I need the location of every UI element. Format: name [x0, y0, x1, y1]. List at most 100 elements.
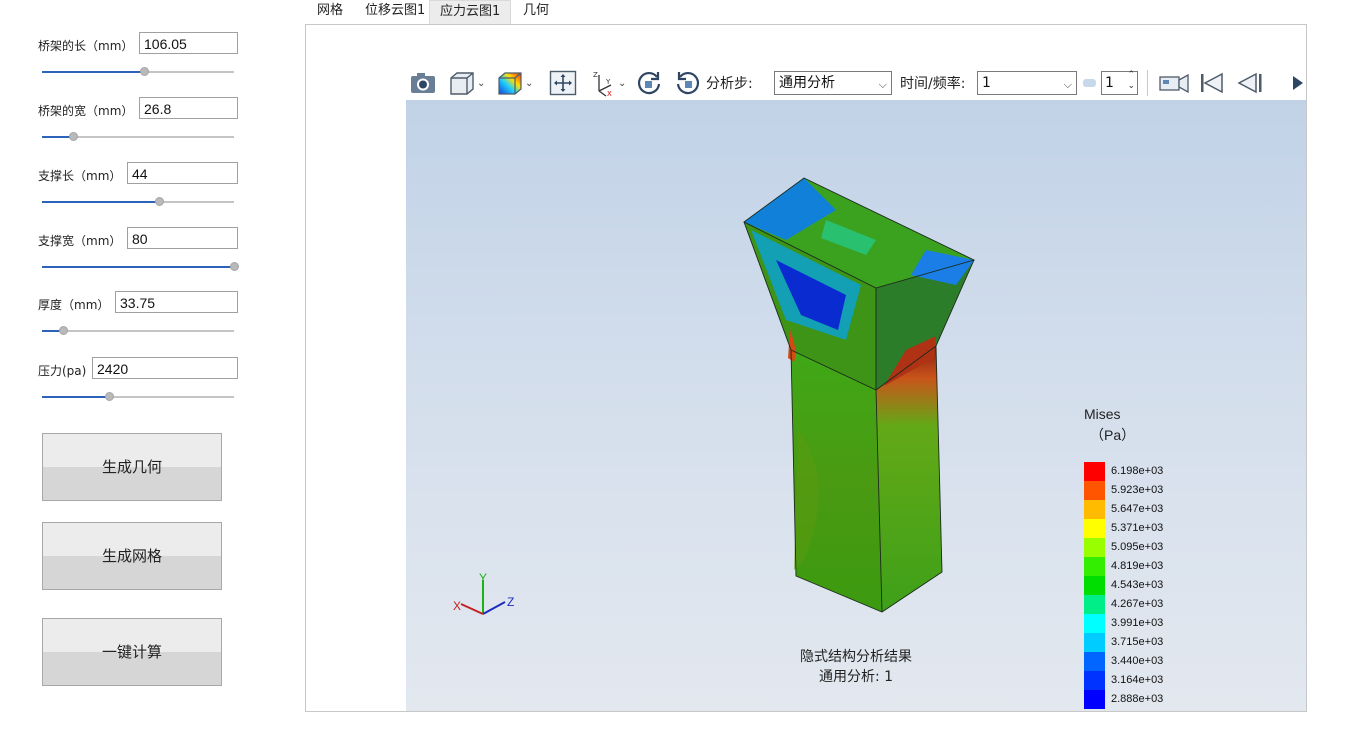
tab-geometry[interactable]: 几何 [513, 0, 559, 24]
generate-geometry-button[interactable]: 生成几何 [42, 433, 222, 501]
contour-icon[interactable]: ⌄ [496, 66, 533, 100]
svg-text:Y: Y [605, 78, 611, 86]
slider-fill [42, 71, 144, 73]
analysis-step-text: 分析步: [706, 76, 753, 92]
param-label: 支撑长（mm） [38, 169, 122, 183]
legend-value: 3.991e+03 [1111, 617, 1164, 629]
legend-value: 4.267e+03 [1111, 598, 1164, 610]
legend-value: 3.164e+03 [1111, 674, 1164, 686]
bridge-length-slider[interactable] [42, 67, 234, 77]
slider-thumb[interactable] [105, 392, 115, 401]
time-frequency-value: 1 [982, 75, 991, 91]
bridge-width-input[interactable]: 26.8 [139, 97, 238, 119]
axes-icon[interactable]: Z Y X ⌄ [589, 66, 626, 100]
frame-spinbox-value: 1 [1105, 75, 1114, 91]
spin-arrows-icon[interactable]: ⌃ ⌄ [1127, 70, 1135, 92]
analysis-step-value: 通用分析 [779, 75, 835, 91]
legend-value: 4.543e+03 [1111, 579, 1164, 591]
legend-swatch [1084, 576, 1105, 595]
thickness-input[interactable]: 33.75 [115, 291, 238, 313]
next-frame-icon[interactable] [1292, 66, 1306, 100]
frame-slider-handle[interactable] [1083, 66, 1096, 100]
svg-text:Z: Z [593, 71, 598, 79]
frame-spinbox[interactable]: 1 ⌃ ⌄ [1101, 70, 1138, 95]
param-pressure: 压力(pa) 2420 [38, 357, 238, 417]
param-label: 桥架的宽（mm） [38, 104, 134, 118]
stress-contour-model[interactable]: Y Z X [406, 100, 1306, 711]
result-caption: 隐式结构分析结果 通用分析: 1 [766, 647, 946, 687]
param-label: 支撑宽（mm） [38, 234, 122, 248]
param-support-width: 支撑宽（mm） 80 [38, 227, 239, 287]
one-click-compute-button[interactable]: 一键计算 [42, 618, 222, 686]
slider-thumb[interactable] [230, 262, 239, 271]
result-viewport[interactable]: Y Z X Mises （Pa） 6.198e+03 5.923e+03 5.647… [406, 100, 1306, 711]
axis-triad: Y Z X [453, 571, 514, 615]
support-width-slider[interactable] [42, 262, 239, 272]
view-cube-icon[interactable]: ⌄ [448, 66, 485, 100]
legend-value: 2.888e+03 [1111, 693, 1164, 705]
param-thickness: 厚度（mm） 33.75 [38, 291, 238, 351]
first-frame-icon[interactable] [1198, 66, 1226, 100]
legend-swatch [1084, 652, 1105, 671]
legend-value: 4.819e+03 [1111, 560, 1164, 572]
thickness-slider[interactable] [42, 326, 234, 336]
axis-z-label: Z [507, 595, 514, 609]
frame-slider-knob[interactable] [1083, 79, 1096, 87]
camera-icon[interactable] [409, 66, 437, 100]
legend-swatch [1084, 481, 1105, 500]
legend-swatch [1084, 690, 1105, 709]
pressure-input[interactable]: 2420 [92, 357, 238, 379]
rotate-cw-icon[interactable] [635, 66, 663, 100]
bridge-width-slider[interactable] [42, 132, 234, 142]
fit-view-icon[interactable] [549, 66, 577, 100]
param-bridge-length: 桥架的长（mm） 106.05 [38, 32, 238, 92]
analysis-step-select[interactable]: 通用分析 ⌵ [774, 71, 892, 95]
legend-swatch [1084, 595, 1105, 614]
param-label: 压力(pa) [38, 364, 87, 378]
chevron-down-icon[interactable]: ⌄ [618, 78, 626, 89]
chevron-down-icon[interactable]: ⌄ [477, 78, 485, 89]
time-frequency-text: 时间/频率: [900, 76, 966, 92]
record-camera-icon[interactable] [1158, 66, 1190, 100]
legend-swatch [1084, 633, 1105, 652]
slider-fill [42, 396, 110, 398]
chevron-down-icon: ⌵ [878, 78, 887, 91]
slider-thumb[interactable] [139, 67, 149, 76]
tab-displacement-contour[interactable]: 位移云图1 [355, 0, 435, 24]
param-label: 桥架的长（mm） [38, 39, 134, 53]
slider-fill [42, 201, 160, 203]
slider-track [42, 330, 234, 332]
support-length-input[interactable]: 44 [127, 162, 238, 184]
legend-title: Mises [1084, 406, 1121, 422]
chevron-down-icon[interactable]: ⌄ [525, 78, 533, 89]
pressure-slider[interactable] [42, 392, 234, 402]
legend-value: 5.923e+03 [1111, 484, 1164, 496]
svg-text:X: X [607, 90, 612, 97]
viewer-toolbar: ⌄ ⌄ Z Y X ⌄ 分析步: 通用分析 ⌵ 时间/频率: 1 ⌵ 1 ⌃ ⌄ [406, 66, 1306, 100]
slider-thumb[interactable] [155, 197, 165, 206]
legend-value: 6.198e+03 [1111, 465, 1164, 477]
toolbar-divider [1147, 70, 1148, 96]
generate-mesh-button[interactable]: 生成网格 [42, 522, 222, 590]
slider-thumb[interactable] [68, 132, 78, 141]
param-label: 厚度（mm） [38, 298, 110, 312]
legend-swatch [1084, 614, 1105, 633]
param-bridge-width: 桥架的宽（mm） 26.8 [38, 97, 238, 157]
legend-swatch [1084, 500, 1105, 519]
analysis-step-label: 分析步: [706, 66, 753, 100]
legend-value: 3.440e+03 [1111, 655, 1164, 667]
support-width-input[interactable]: 80 [127, 227, 238, 249]
bridge-length-input[interactable]: 106.05 [139, 32, 238, 54]
caption-step: 通用分析: 1 [818, 669, 894, 685]
prev-frame-icon[interactable] [1236, 66, 1264, 100]
slider-thumb[interactable] [59, 326, 69, 335]
legend-swatch [1084, 671, 1105, 690]
rotate-ccw-icon[interactable] [674, 66, 702, 100]
time-frequency-label: 时间/频率: [900, 66, 965, 100]
legend-swatch [1084, 519, 1105, 538]
tab-stress-contour[interactable]: 应力云图1 [429, 0, 512, 24]
support-length-slider[interactable] [42, 197, 234, 207]
tab-mesh[interactable]: 网格 [307, 0, 353, 24]
time-frequency-select[interactable]: 1 ⌵ [977, 71, 1077, 95]
axis-x-label: X [453, 599, 461, 613]
